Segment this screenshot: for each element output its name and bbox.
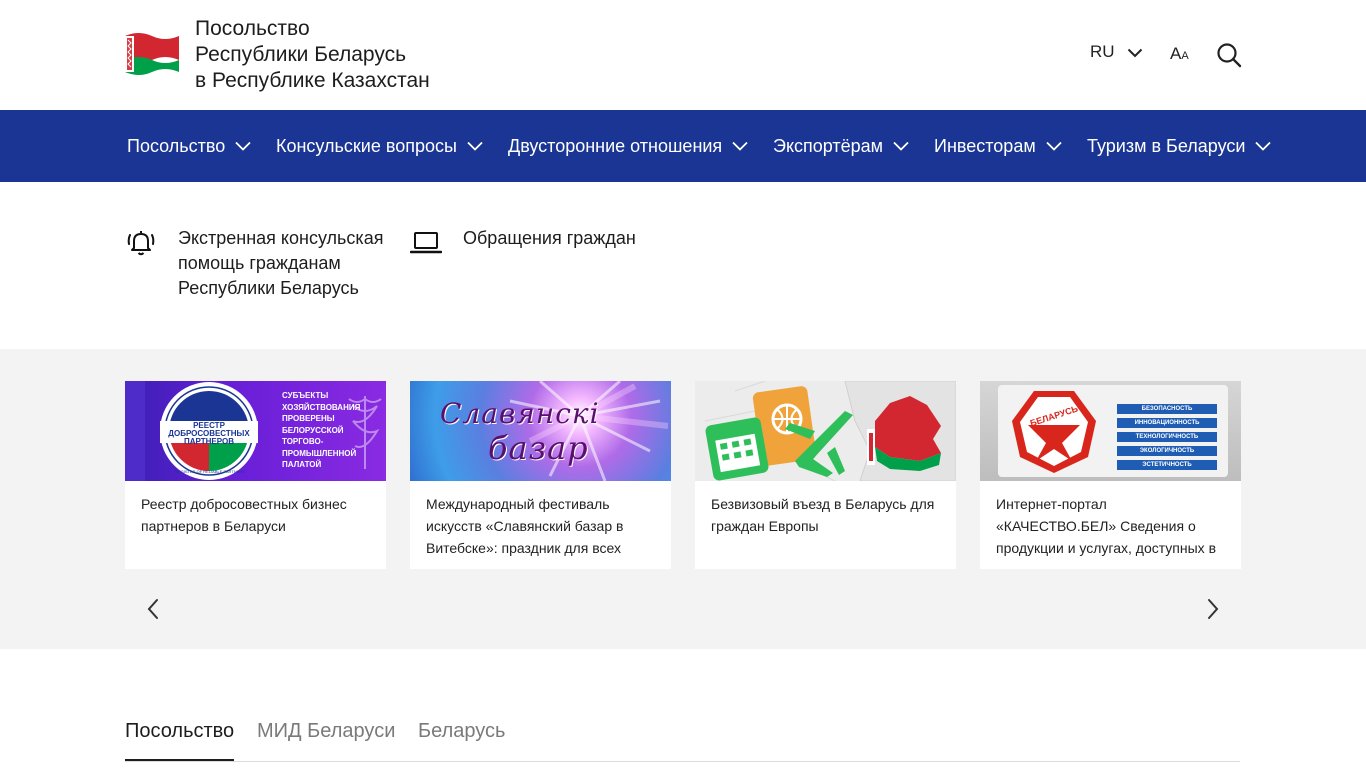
- chevron-down-icon: [732, 141, 748, 151]
- quick-link-line: помощь гражданам: [178, 253, 341, 273]
- search-icon[interactable]: [1216, 42, 1242, 68]
- font-size-small-glyph: A: [1181, 50, 1189, 62]
- language-label: RU: [1090, 42, 1115, 61]
- chevron-down-icon: [893, 141, 909, 151]
- font-size-toggle[interactable]: AA: [1170, 44, 1189, 64]
- tab-mfa-belarus[interactable]: МИД Беларуси: [257, 720, 395, 743]
- nav-item-label: Консульские вопросы: [276, 135, 457, 156]
- site-title-line: Республики Беларусь: [195, 43, 407, 66]
- main-navigation: Посольство Консульские вопросы Двусторон…: [0, 110, 1366, 182]
- card-image: [695, 381, 956, 481]
- quality-bar: ИННОВАЦИОННОСТЬ: [1117, 418, 1217, 428]
- card-title: Безвизовый въезд в Беларусь для граждан …: [711, 496, 935, 534]
- quality-bar: ТЕХНОЛОГИЧНОСТЬ: [1117, 432, 1217, 442]
- quick-link-line: Экстренная консульская: [178, 228, 384, 248]
- badge-ring-text: REGISTER OF RELIABLE PARTNERS: [175, 469, 245, 474]
- card-title: Интернет-портал «КАЧЕСТВО.БЕЛ» Сведения …: [996, 496, 1217, 556]
- quick-link-line: Республики Беларусь: [178, 278, 359, 298]
- quality-bar: ЭСТЕТИЧНОСТЬ: [1117, 460, 1217, 470]
- language-selector[interactable]: RU: [1090, 42, 1143, 62]
- card-image: Славянскі базар: [410, 381, 671, 481]
- card-image: БЕЛАРУСЬ БЕЗОПАСНОСТЬ ИННОВАЦИОННОСТЬ ТЕ…: [980, 381, 1241, 481]
- site-title[interactable]: Посольство Республики Беларусь в Республ…: [195, 16, 430, 94]
- nav-item-consular[interactable]: Консульские вопросы: [276, 110, 483, 182]
- chevron-down-icon: [1255, 141, 1272, 151]
- nav-item-label: Туризм в Беларуси: [1087, 135, 1246, 156]
- font-size-large-glyph: A: [1170, 44, 1182, 63]
- carousel-card-visa-free[interactable]: Безвизовый въезд в Беларусь для граждан …: [695, 381, 956, 569]
- site-header: Посольство Республики Беларусь в Республ…: [0, 0, 1366, 110]
- chevron-down-icon: [467, 141, 483, 151]
- quick-link-line: Обращения граждан: [463, 228, 636, 248]
- card-title: Международный фестиваль искусств «Славян…: [426, 496, 624, 556]
- card-image: РЕЕСТР ДОБРОСОВЕСТНЫХ ПАРТНЕРОВ REGISTER…: [125, 381, 386, 481]
- caduceus-icon: [348, 396, 382, 469]
- nav-item-label: Инвесторам: [934, 135, 1036, 156]
- festival-logo-line1: Славянскі: [440, 397, 600, 430]
- news-carousel: РЕЕСТР ДОБРОСОВЕСТНЫХ ПАРТНЕРОВ REGISTER…: [0, 349, 1366, 649]
- alarm-bell-icon: [127, 231, 155, 256]
- carousel-card-reliable-partners[interactable]: РЕЕСТР ДОБРОСОВЕСТНЫХ ПАРТНЕРОВ REGISTER…: [125, 381, 386, 569]
- chevron-down-icon: [1046, 141, 1062, 151]
- visa-free-illustration: [704, 381, 956, 481]
- info-tabs: Посольство МИД Беларуси Беларусь: [125, 716, 1240, 762]
- nav-item-exporters[interactable]: Экспортёрам: [773, 110, 909, 182]
- tab-embassy[interactable]: Посольство: [125, 720, 234, 743]
- quick-link-label: Обращения граждан: [463, 226, 636, 258]
- nav-item-label: Двусторонние отношения: [508, 135, 723, 156]
- nav-item-embassy[interactable]: Посольство: [127, 110, 251, 182]
- festival-logo-line2: базар: [488, 429, 589, 467]
- nav-item-label: Экспортёрам: [773, 135, 884, 156]
- badge-line: ПАРТНЕРОВ: [184, 437, 234, 446]
- tab-belarus[interactable]: Беларусь: [418, 720, 505, 743]
- quick-link-label: Экстренная консульская помощь гражданам …: [178, 226, 383, 301]
- nav-item-bilateral[interactable]: Двусторонние отношения: [508, 110, 748, 182]
- carousel-card-slavianski-bazaar[interactable]: Славянскі базар Международный фестиваль …: [410, 381, 671, 569]
- site-title-line: Посольство: [195, 17, 310, 40]
- nav-item-investors[interactable]: Инвесторам: [934, 110, 1062, 182]
- carousel-next-arrow-icon[interactable]: [1203, 597, 1223, 621]
- quick-link-citizen-appeals[interactable]: Обращения граждан: [410, 226, 636, 258]
- nav-item-tourism[interactable]: Туризм в Беларуси: [1087, 110, 1272, 182]
- nav-item-label: Посольство: [127, 135, 226, 156]
- quality-bar: ЭКОЛОГИЧНОСТЬ: [1117, 446, 1217, 456]
- chevron-down-icon: [1127, 48, 1142, 58]
- card-title: Реестр добросовестных бизнес партнеров в…: [141, 496, 347, 534]
- active-tab-underline: [125, 759, 234, 761]
- belarus-flag-logo[interactable]: [125, 32, 179, 76]
- quality-bar: БЕЗОПАСНОСТЬ: [1117, 404, 1217, 414]
- chevron-down-icon: [235, 141, 251, 151]
- site-title-line: в Республике Казахстан: [195, 69, 430, 92]
- quick-link-emergency-help[interactable]: Экстренная консульская помощь гражданам …: [125, 226, 383, 301]
- laptop-icon: [410, 232, 442, 254]
- carousel-prev-arrow-icon[interactable]: [143, 597, 163, 621]
- carousel-card-kachestvo-bel[interactable]: БЕЛАРУСЬ БЕЗОПАСНОСТЬ ИННОВАЦИОННОСТЬ ТЕ…: [980, 381, 1241, 569]
